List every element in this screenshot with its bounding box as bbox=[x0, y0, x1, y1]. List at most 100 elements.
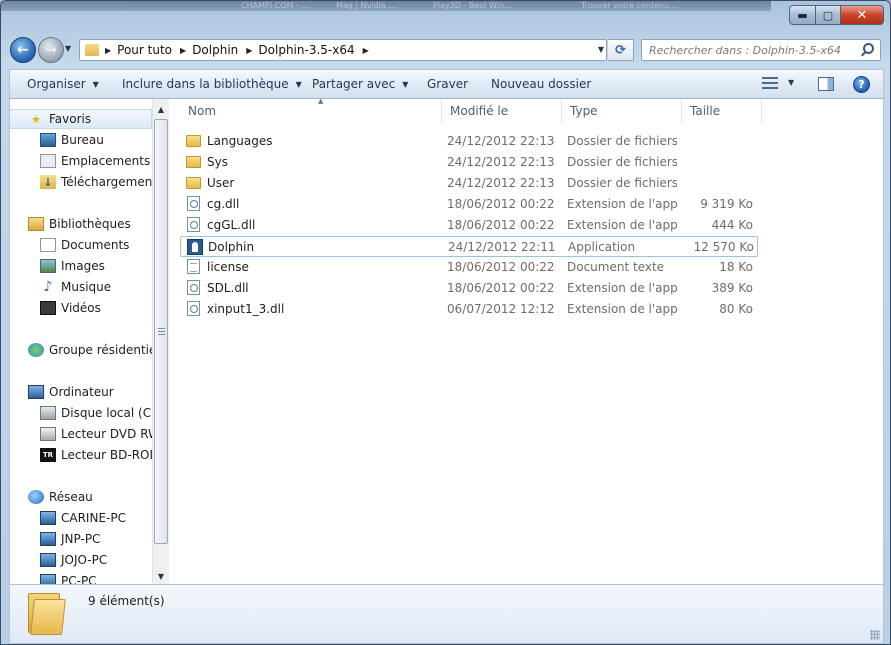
address-bar[interactable]: ▶ Pour tuto ▶ Dolphin ▶ Dolphin-3.5-x64 … bbox=[79, 39, 607, 61]
file-name: User bbox=[207, 175, 235, 190]
search-box[interactable] bbox=[641, 39, 881, 61]
back-arrow-icon: ← bbox=[17, 42, 29, 58]
scroll-down-icon[interactable]: ▼ bbox=[153, 568, 169, 584]
file-modified: 24/12/2012 22:13 bbox=[447, 175, 555, 190]
file-row[interactable]: cg.dll 18/06/2012 00:22 Extension de l'a… bbox=[180, 194, 758, 215]
breadcrumb-separator-icon[interactable]: ▶ bbox=[180, 46, 186, 55]
resize-grip-icon[interactable] bbox=[870, 630, 880, 640]
breadcrumb-dolphin-3-5-x64[interactable]: Dolphin-3.5-x64 bbox=[258, 43, 354, 57]
column-header-size[interactable]: Taille bbox=[682, 99, 762, 123]
sidebar-item-dvd-drive[interactable]: Lecteur DVD RW bbox=[10, 424, 152, 444]
change-view-button[interactable] bbox=[762, 77, 778, 91]
file-modified: 24/12/2012 22:11 bbox=[448, 239, 556, 254]
include-library-menu-button[interactable]: Inclure dans la bibliothèque ▼ bbox=[122, 70, 302, 98]
help-button[interactable]: ? bbox=[853, 76, 870, 93]
sidebar-item-music[interactable]: ♪ Musique bbox=[10, 277, 152, 297]
burn-button[interactable]: Graver bbox=[427, 70, 468, 98]
file-row-selected[interactable]: Dolphin 24/12/2012 22:11 Application 12 … bbox=[180, 236, 758, 257]
forward-button[interactable]: → bbox=[38, 37, 64, 63]
music-icon: ♪ bbox=[43, 279, 53, 295]
file-size: 9 319 Ko bbox=[700, 196, 753, 211]
navigation-pane: ★ Favoris Bureau Emplacements ré ↓ Téléc… bbox=[10, 99, 152, 584]
file-row[interactable]: SDL.dll 18/06/2012 00:22 Extension de l'… bbox=[180, 278, 758, 299]
new-folder-label: Nouveau dossier bbox=[491, 77, 592, 91]
breadcrumb-separator-icon[interactable]: ▶ bbox=[246, 46, 252, 55]
scrollbar-thumb[interactable] bbox=[154, 119, 168, 544]
breadcrumb-separator-icon[interactable]: ▶ bbox=[363, 46, 369, 55]
folder-icon bbox=[85, 44, 99, 56]
share-with-menu-button[interactable]: Partager avec ▼ bbox=[312, 70, 408, 98]
file-type: Dossier de fichiers bbox=[567, 154, 677, 169]
sort-ascending-icon: ▲ bbox=[318, 97, 324, 105]
sidebar-item-bd-drive[interactable]: TR Lecteur BD-ROM bbox=[10, 445, 152, 465]
organize-menu-button[interactable]: Organiser ▼ bbox=[27, 70, 99, 98]
sidebar-item-network-pc[interactable]: JNP-PC bbox=[10, 529, 152, 549]
sidebar-item-network-pc[interactable]: CARINE-PC bbox=[10, 508, 152, 528]
sidebar-item-pictures[interactable]: Images bbox=[10, 256, 152, 276]
sidebar-item-label: Groupe résidentiel bbox=[49, 343, 152, 357]
sidebar-item-videos[interactable]: Vidéos bbox=[10, 298, 152, 318]
sidebar-item-label: Ordinateur bbox=[49, 385, 114, 399]
column-header-type[interactable]: Type bbox=[562, 99, 682, 123]
window-controls: ▬ ▢ ✕ bbox=[789, 5, 884, 25]
content-area: ★ Favoris Bureau Emplacements ré ↓ Téléc… bbox=[9, 97, 884, 584]
file-type: Document texte bbox=[567, 259, 665, 274]
sidebar-item-homegroup[interactable]: Groupe résidentiel bbox=[10, 340, 152, 360]
file-modified: 24/12/2012 22:13 bbox=[447, 154, 555, 169]
file-row[interactable]: license 18/06/2012 00:22 Document texte … bbox=[180, 257, 758, 278]
sidebar-item-label: PC-PC bbox=[61, 574, 97, 584]
navigation-scrollbar[interactable]: ▲ ▼ bbox=[152, 99, 169, 584]
maximize-button[interactable]: ▢ bbox=[815, 5, 840, 25]
preview-pane-button[interactable] bbox=[818, 77, 834, 91]
recent-pages-dropdown[interactable]: ▼ bbox=[65, 44, 71, 53]
background-tab: Trouver votre contenu... bbox=[581, 1, 677, 10]
chevron-down-icon: ▼ bbox=[402, 79, 409, 89]
column-header-name[interactable]: Nom bbox=[180, 99, 442, 123]
background-tab: Play3D - Best Win... bbox=[433, 1, 512, 10]
sidebar-item-network[interactable]: Réseau bbox=[10, 487, 152, 507]
recent-places-icon bbox=[40, 154, 56, 168]
sidebar-item-network-pc[interactable]: JOJO-PC bbox=[10, 550, 152, 570]
breadcrumb-pour-tuto[interactable]: Pour tuto bbox=[117, 43, 172, 57]
close-button[interactable]: ✕ bbox=[840, 5, 884, 25]
back-button[interactable]: ← bbox=[10, 37, 36, 63]
file-row[interactable]: Sys 24/12/2012 22:13 Dossier de fichiers bbox=[180, 152, 758, 173]
title-bar[interactable]: CHAMPI COM - ... Mag | Nvidia ... Play3D… bbox=[1, 1, 890, 31]
pictures-icon bbox=[40, 259, 56, 273]
breadcrumb-separator-icon[interactable]: ▶ bbox=[105, 46, 111, 55]
file-row[interactable]: xinput1_3.dll 06/07/2012 12:12 Extension… bbox=[180, 299, 758, 320]
search-input[interactable] bbox=[649, 43, 854, 57]
bd-drive-icon: TR bbox=[40, 448, 56, 462]
file-size bbox=[680, 131, 753, 150]
file-name: license bbox=[207, 259, 249, 274]
documents-icon bbox=[40, 238, 56, 252]
scroll-up-icon[interactable]: ▲ bbox=[153, 101, 169, 117]
videos-icon bbox=[40, 301, 56, 315]
sidebar-item-downloads[interactable]: ↓ Téléchargements bbox=[10, 172, 152, 192]
file-row[interactable]: User 24/12/2012 22:13 Dossier de fichier… bbox=[180, 173, 758, 194]
view-options-dropdown-icon[interactable]: ▼ bbox=[788, 78, 794, 87]
sidebar-item-label: Images bbox=[61, 259, 105, 273]
sidebar-item-documents[interactable]: Documents bbox=[10, 235, 152, 255]
sidebar-item-recent-places[interactable]: Emplacements ré bbox=[10, 151, 152, 171]
sidebar-item-computer[interactable]: Ordinateur bbox=[10, 382, 152, 402]
hard-drive-icon bbox=[40, 406, 56, 420]
address-dropdown-icon[interactable]: ▼ bbox=[598, 45, 604, 54]
file-modified: 18/06/2012 00:22 bbox=[447, 217, 555, 232]
sidebar-item-desktop[interactable]: Bureau bbox=[10, 130, 152, 150]
new-folder-button[interactable]: Nouveau dossier bbox=[491, 70, 591, 98]
breadcrumb-dolphin[interactable]: Dolphin bbox=[192, 43, 238, 57]
sidebar-item-local-disk[interactable]: Disque local (C:) bbox=[10, 403, 152, 423]
column-label: Modifié le bbox=[450, 104, 509, 118]
file-row[interactable]: Languages 24/12/2012 22:13 Dossier de fi… bbox=[180, 131, 758, 152]
search-icon[interactable] bbox=[863, 43, 874, 54]
refresh-button[interactable]: ⟳ bbox=[608, 39, 634, 61]
sidebar-item-libraries[interactable]: Bibliothèques bbox=[10, 214, 152, 234]
sidebar-item-network-pc[interactable]: PC-PC bbox=[10, 571, 152, 584]
sidebar-item-favorites[interactable]: ★ Favoris bbox=[10, 109, 152, 129]
details-pane: 9 élément(s) bbox=[9, 584, 884, 644]
column-header-modified[interactable]: Modifié le bbox=[442, 99, 562, 123]
file-row[interactable]: cgGL.dll 18/06/2012 00:22 Extension de l… bbox=[180, 215, 758, 236]
minimize-button[interactable]: ▬ bbox=[789, 5, 815, 25]
file-size: 80 Ko bbox=[719, 301, 753, 316]
